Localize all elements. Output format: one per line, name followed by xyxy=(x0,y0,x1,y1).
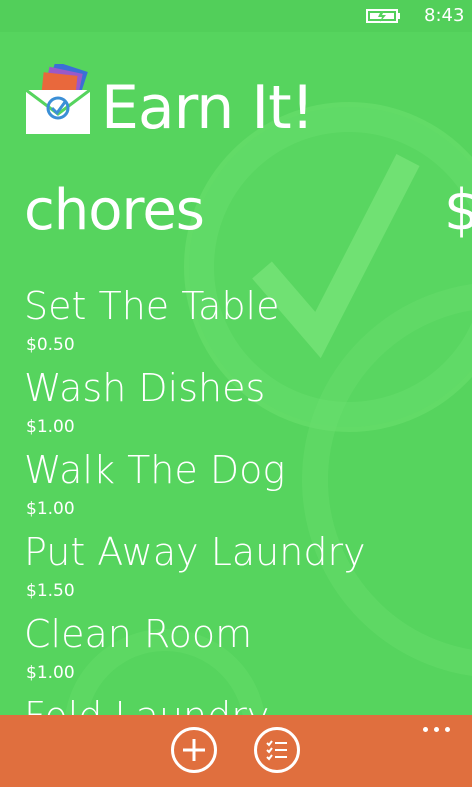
chore-name: Clean Room xyxy=(24,612,253,656)
list-item[interactable]: Walk The Dog $1.00 xyxy=(24,446,472,528)
chore-name: Fold Laundry xyxy=(24,692,269,715)
pivot-header-next[interactable]: $ xyxy=(444,176,472,246)
pivot-header-chores[interactable]: chores xyxy=(24,176,205,246)
chore-name: Walk The Dog xyxy=(24,448,286,492)
chore-price: $1.00 xyxy=(26,417,75,437)
list-item[interactable]: Set The Table $0.50 xyxy=(24,282,472,364)
list-item[interactable]: Wash Dishes $1.00 xyxy=(24,364,472,446)
list-item[interactable]: Clean Room $1.00 xyxy=(24,610,472,692)
chore-name: Wash Dishes xyxy=(24,366,266,410)
chore-name: Set The Table xyxy=(24,284,280,328)
envelope-checkmark-logo-icon xyxy=(25,64,91,134)
list-item[interactable]: Put Away Laundry $1.50 xyxy=(24,528,472,610)
chore-price: $1.00 xyxy=(26,663,75,683)
add-chore-button[interactable] xyxy=(171,727,217,773)
list-item[interactable]: Fold Laundry xyxy=(24,692,472,715)
chores-list-button[interactable] xyxy=(254,727,300,773)
chores-list: Set The Table $0.50 Wash Dishes $1.00 Wa… xyxy=(24,282,472,715)
app-title: Earn It! xyxy=(101,73,315,143)
chore-price: $1.00 xyxy=(26,499,75,519)
ellipsis-icon xyxy=(445,727,450,732)
chore-name: Put Away Laundry xyxy=(24,530,366,574)
checklist-icon xyxy=(266,740,287,761)
ellipsis-icon xyxy=(423,727,428,732)
status-bar: 8:43 xyxy=(0,0,472,32)
status-time: 8:43 xyxy=(424,5,465,26)
chore-price: $1.50 xyxy=(26,581,75,601)
more-options-button[interactable] xyxy=(420,719,454,739)
chore-price: $0.50 xyxy=(26,335,75,355)
app-bar xyxy=(0,715,472,787)
battery-charging-icon xyxy=(366,9,400,23)
ellipsis-icon xyxy=(434,727,439,732)
add-circle-icon xyxy=(183,739,205,761)
